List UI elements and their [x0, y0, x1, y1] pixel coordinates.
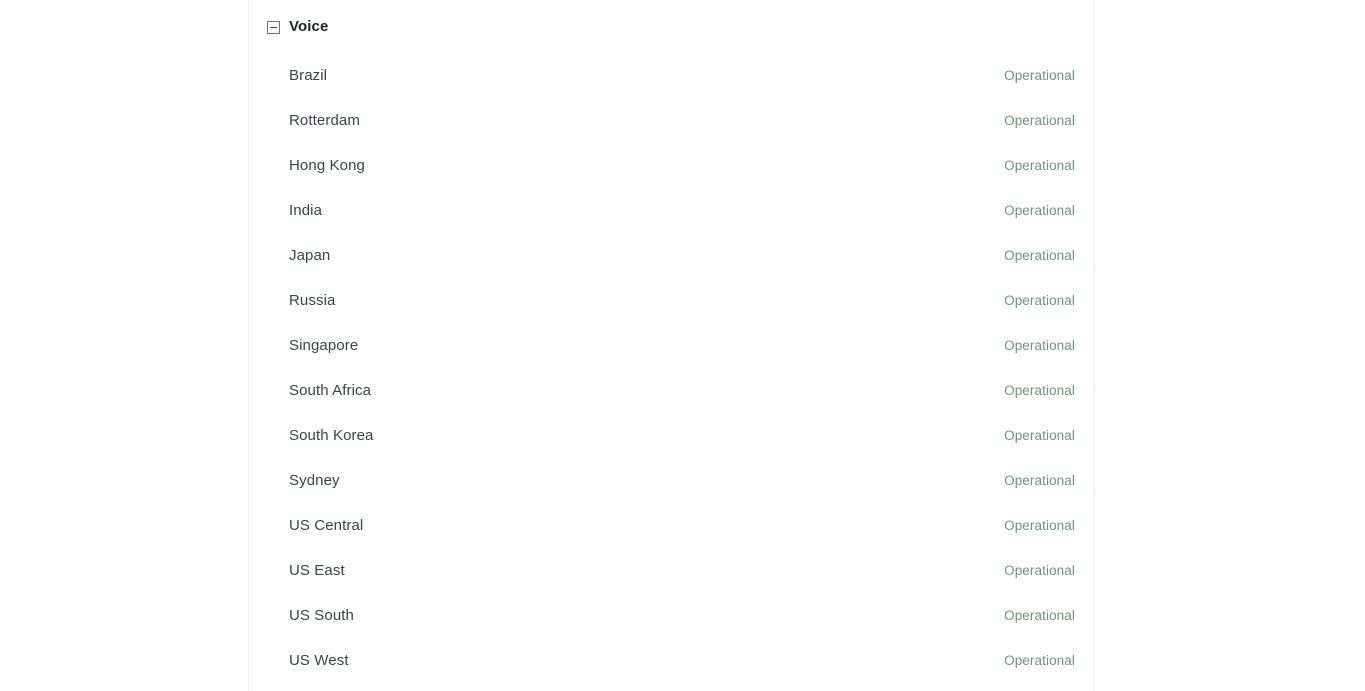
- region-status-badge: Operational: [1004, 202, 1075, 218]
- region-status-badge: Operational: [1004, 247, 1075, 263]
- region-name: Japan: [289, 247, 331, 264]
- region-status-row[interactable]: Japan Operational: [249, 233, 1094, 278]
- region-status-badge: Operational: [1004, 67, 1075, 83]
- service-group-header-voice[interactable]: Voice: [249, 0, 1094, 53]
- region-status-row[interactable]: US West Operational: [249, 638, 1094, 683]
- region-name: Rotterdam: [289, 112, 360, 129]
- region-status-row[interactable]: Hong Kong Operational: [249, 143, 1094, 188]
- region-status-row[interactable]: US Central Operational: [249, 503, 1094, 548]
- region-status-badge: Operational: [1004, 472, 1075, 488]
- region-status-row[interactable]: South Korea Operational: [249, 413, 1094, 458]
- region-status-row[interactable]: India Operational: [249, 188, 1094, 233]
- region-status-row[interactable]: US South Operational: [249, 593, 1094, 638]
- region-status-badge: Operational: [1004, 382, 1075, 398]
- region-name: Hong Kong: [289, 157, 365, 174]
- region-status-badge: Operational: [1004, 562, 1075, 578]
- region-name: US South: [289, 607, 355, 624]
- region-name: US East: [289, 562, 345, 579]
- status-page: Voice Brazil Operational Rotterdam Opera…: [0, 0, 1365, 691]
- region-status-row[interactable]: Rotterdam Operational: [249, 98, 1094, 143]
- status-content-column: Voice Brazil Operational Rotterdam Opera…: [248, 0, 1095, 691]
- region-name: US Central: [289, 517, 364, 534]
- region-name: Sydney: [289, 472, 340, 489]
- region-status-badge: Operational: [1004, 112, 1075, 128]
- region-status-badge: Operational: [1004, 427, 1075, 443]
- region-status-badge: Operational: [1004, 517, 1075, 533]
- region-status-badge: Operational: [1004, 292, 1075, 308]
- region-name: US West: [289, 652, 349, 669]
- region-status-row[interactable]: Brazil Operational: [249, 53, 1094, 98]
- region-status-badge: Operational: [1004, 157, 1075, 173]
- region-status-row[interactable]: Sydney Operational: [249, 458, 1094, 503]
- region-status-row[interactable]: US East Operational: [249, 548, 1094, 593]
- service-group-title: Voice: [289, 18, 329, 35]
- region-status-row[interactable]: Russia Operational: [249, 278, 1094, 323]
- region-name: Singapore: [289, 337, 359, 354]
- region-name: Brazil: [289, 67, 328, 84]
- region-status-row[interactable]: South Africa Operational: [249, 368, 1094, 413]
- region-status-badge: Operational: [1004, 607, 1075, 623]
- region-status-badge: Operational: [1004, 652, 1075, 668]
- minus-square-collapse-icon[interactable]: [267, 20, 280, 34]
- region-status-badge: Operational: [1004, 337, 1075, 353]
- region-status-list: Brazil Operational Rotterdam Operational…: [249, 53, 1094, 683]
- region-name: India: [289, 202, 323, 219]
- region-name: South Korea: [289, 427, 374, 444]
- region-name: South Africa: [289, 382, 372, 399]
- region-status-row[interactable]: Singapore Operational: [249, 323, 1094, 368]
- region-name: Russia: [289, 292, 336, 309]
